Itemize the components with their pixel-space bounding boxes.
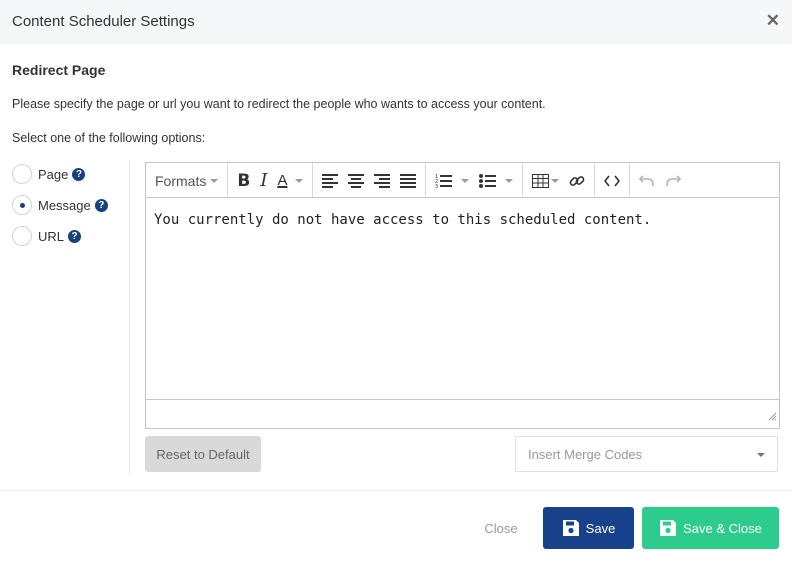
option-url[interactable]: URL ? bbox=[12, 225, 122, 247]
chevron-down-icon bbox=[505, 178, 514, 183]
align-center-icon[interactable] bbox=[343, 167, 369, 195]
toolbar-group-lists: 123 bbox=[426, 163, 524, 198]
help-icon[interactable]: ? bbox=[94, 198, 108, 212]
numbered-list-icon[interactable]: 123 bbox=[430, 167, 474, 195]
chevron-down-icon bbox=[295, 178, 304, 183]
chevron-down-icon bbox=[551, 178, 560, 183]
insert-merge-codes-select[interactable]: Insert Merge Codes bbox=[515, 436, 778, 472]
align-right-icon[interactable] bbox=[369, 167, 395, 195]
floppy-disk-icon bbox=[562, 519, 580, 537]
option-url-label: URL bbox=[38, 228, 65, 244]
reset-to-default-button[interactable]: Reset to Default bbox=[145, 436, 261, 472]
undo-icon[interactable] bbox=[634, 167, 660, 195]
option-message-label: Message bbox=[38, 197, 91, 213]
chevron-down-icon bbox=[461, 178, 470, 183]
save-button[interactable]: Save bbox=[543, 507, 634, 549]
close-icon[interactable]: ✕ bbox=[766, 12, 780, 30]
chevron-down-icon bbox=[210, 178, 219, 183]
content-scheduler-dialog: Content Scheduler Settings ✕ Redirect Pa… bbox=[0, 0, 792, 563]
redo-icon[interactable] bbox=[660, 167, 686, 195]
chevron-down-icon bbox=[757, 453, 765, 457]
text-color-icon[interactable]: A bbox=[272, 167, 308, 195]
radio-message[interactable] bbox=[12, 195, 32, 215]
footer-divider bbox=[0, 490, 792, 491]
formats-label: Formats bbox=[155, 172, 207, 189]
close-button[interactable]: Close bbox=[470, 507, 532, 549]
section-description: Please specify the page or url you want … bbox=[12, 97, 546, 111]
align-justify-icon[interactable] bbox=[395, 167, 421, 195]
editor-content[interactable]: You currently do not have access to this… bbox=[146, 199, 779, 399]
svg-text:3: 3 bbox=[435, 184, 438, 189]
rich-text-editor: Formats B I A 1 2 3 You currently do not… bbox=[145, 162, 780, 429]
table-icon[interactable] bbox=[527, 167, 564, 195]
formats-dropdown[interactable]: Formats bbox=[150, 167, 223, 195]
source-code-icon[interactable] bbox=[599, 167, 625, 195]
resize-handle-icon[interactable] bbox=[767, 408, 777, 426]
radio-page[interactable] bbox=[12, 164, 32, 184]
option-message[interactable]: Message ? bbox=[12, 194, 122, 216]
select-options-label: Select one of the following options: bbox=[12, 131, 206, 145]
option-page[interactable]: Page ? bbox=[12, 163, 122, 185]
save-label: Save bbox=[585, 520, 616, 536]
bullet-list-icon[interactable] bbox=[474, 167, 518, 195]
radio-url[interactable] bbox=[12, 226, 32, 246]
section-title: Redirect Page bbox=[12, 62, 106, 78]
vertical-divider bbox=[129, 160, 130, 474]
merge-codes-placeholder: Insert Merge Codes bbox=[528, 446, 643, 462]
toolbar-group-text: B I A bbox=[228, 163, 314, 198]
help-icon[interactable]: ? bbox=[68, 229, 82, 243]
toolbar-group-formats: Formats bbox=[146, 163, 229, 198]
bold-icon[interactable]: B bbox=[232, 167, 255, 195]
floppy-disk-icon bbox=[659, 519, 677, 537]
toolbar-group-code bbox=[595, 163, 631, 198]
dialog-title: Content Scheduler Settings bbox=[12, 13, 195, 30]
save-and-close-button[interactable]: Save & Close bbox=[642, 507, 779, 549]
italic-icon[interactable]: I bbox=[255, 167, 272, 195]
save-and-close-label: Save & Close bbox=[683, 520, 762, 536]
option-page-label: Page bbox=[38, 166, 69, 182]
toolbar-group-align bbox=[313, 163, 427, 198]
editor-toolbar: Formats B I A 1 2 3 bbox=[146, 163, 779, 198]
dialog-header: Content Scheduler Settings ✕ bbox=[0, 0, 792, 44]
link-icon[interactable] bbox=[564, 167, 590, 195]
align-left-icon[interactable] bbox=[317, 167, 343, 195]
help-icon[interactable]: ? bbox=[72, 167, 86, 181]
toolbar-group-history bbox=[630, 163, 690, 198]
toolbar-group-insert bbox=[523, 163, 596, 198]
editor-statusbar bbox=[146, 399, 779, 428]
